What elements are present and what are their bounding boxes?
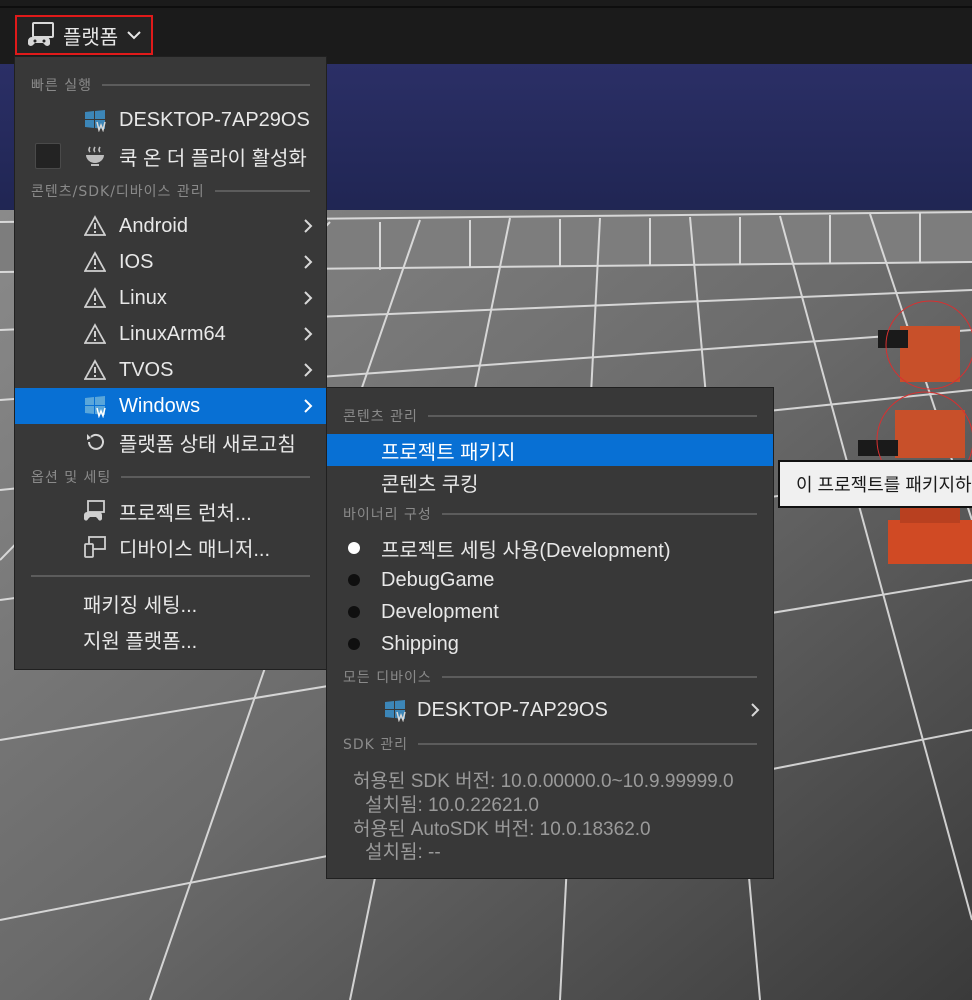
- quick-launch-device-item[interactable]: DESKTOP-7AP29OS: [15, 102, 326, 138]
- warning-icon: [83, 358, 107, 382]
- content-sdk-header: 콘텐츠/SDK/디바이스 관리: [31, 184, 205, 200]
- chevron-right-icon: [304, 399, 313, 413]
- chevron-right-icon: [304, 291, 313, 305]
- chevron-down-icon: [126, 27, 142, 43]
- sdk-allowed-version: 허용된 SDK 버전: 10.0.00000.0~10.9.99999.0: [353, 771, 734, 792]
- cook-on-fly-label: 쿡 온 더 플라이 활성화: [119, 147, 307, 170]
- sdk-management-section: SDK 관리: [343, 735, 757, 753]
- project-launcher-item[interactable]: 프로젝트 런처...: [15, 493, 326, 529]
- platform-item-linuxarm64[interactable]: LinuxArm64: [15, 316, 326, 352]
- cook-content-item[interactable]: 콘텐츠 쿠킹: [327, 466, 773, 498]
- section-divider: [441, 513, 757, 515]
- radio-selected-icon: [348, 542, 360, 554]
- config-shipping-item[interactable]: Shipping: [327, 628, 773, 660]
- refresh-platform-status-label: 플랫폼 상태 새로고침: [119, 433, 296, 456]
- chevron-right-icon: [304, 255, 313, 269]
- chevron-right-icon: [751, 703, 760, 717]
- options-header: 옵션 및 세팅: [31, 470, 112, 486]
- sdk-management-header: SDK 관리: [343, 737, 409, 753]
- menu-divider: [31, 575, 310, 577]
- config-label: 프로젝트 세팅 사용(Development): [381, 539, 671, 562]
- options-section: 옵션 및 세팅: [31, 468, 310, 486]
- platform-item-tvos[interactable]: TVOS: [15, 352, 326, 388]
- section-divider: [121, 476, 310, 478]
- platforms-button-label: 플랫폼: [63, 26, 119, 49]
- platform-item-android[interactable]: Android: [15, 208, 326, 244]
- radio-unselected-icon: [348, 574, 360, 586]
- chevron-right-icon: [304, 363, 313, 377]
- platform-label: Windows: [119, 394, 201, 417]
- all-devices-device-label: DESKTOP-7AP29OS: [417, 698, 608, 721]
- windows-device-icon: [383, 698, 407, 723]
- binary-config-header: 바이너리 구성: [343, 507, 432, 523]
- config-project-settings-item[interactable]: 프로젝트 세팅 사용(Development): [327, 532, 773, 564]
- platforms-menu: 빠른 실행 DESKTOP-7AP29OS 쿡 온 더 플라이 활성화 콘텐츠/…: [15, 57, 326, 669]
- content-management-section: 콘텐츠 관리: [343, 407, 757, 425]
- content-sdk-section: 콘텐츠/SDK/디바이스 관리: [31, 182, 310, 200]
- cook-content-label: 콘텐츠 쿠킹: [381, 473, 479, 496]
- quick-launch-header: 빠른 실행: [31, 78, 92, 94]
- windows-device-icon: [83, 108, 107, 132]
- chevron-right-icon: [304, 219, 313, 233]
- all-devices-header: 모든 디바이스: [343, 670, 432, 686]
- radio-unselected-icon: [348, 606, 360, 618]
- autosdk-installed-version: 설치됨: --: [365, 842, 441, 863]
- refresh-icon: [83, 430, 107, 454]
- package-project-label: 프로젝트 패키지: [381, 441, 516, 464]
- platform-label: LinuxArm64: [119, 322, 226, 345]
- warning-icon: [83, 214, 107, 238]
- device-manager-label: 디바이스 매니저...: [119, 538, 271, 561]
- packaging-settings-label: 패키징 세팅...: [83, 594, 198, 617]
- all-devices-section: 모든 디바이스: [343, 668, 757, 686]
- platform-gamepad-icon: [27, 21, 57, 49]
- platform-label: TVOS: [119, 358, 174, 381]
- windows-platform-icon: [83, 394, 107, 418]
- packaging-settings-item[interactable]: 패키징 세팅...: [15, 585, 326, 621]
- level-editor-toolbar: 플랫폼: [0, 0, 972, 64]
- warning-icon: [83, 250, 107, 274]
- config-debuggame-item[interactable]: DebugGame: [327, 564, 773, 596]
- refresh-platform-status-item[interactable]: 플랫폼 상태 새로고침: [15, 424, 326, 460]
- windows-submenu: 콘텐츠 관리 프로젝트 패키지 콘텐츠 쿠킹 바이너리 구성 프로젝트 세팅 사…: [327, 388, 773, 878]
- project-launcher-label: 프로젝트 런처...: [119, 502, 252, 525]
- config-development-item[interactable]: Development: [327, 596, 773, 628]
- config-label: Shipping: [381, 632, 459, 655]
- project-launcher-icon: [83, 499, 107, 523]
- section-divider: [214, 190, 310, 192]
- quick-launch-section: 빠른 실행: [31, 76, 310, 94]
- config-label: Development: [381, 600, 499, 623]
- platform-label: Linux: [119, 286, 167, 309]
- toolbar-divider: [0, 6, 972, 8]
- warning-icon: [83, 286, 107, 310]
- platform-item-linux[interactable]: Linux: [15, 280, 326, 316]
- device-manager-icon: [83, 535, 107, 559]
- config-label: DebugGame: [381, 568, 495, 591]
- platform-label: Android: [119, 214, 188, 237]
- radio-unselected-icon: [348, 638, 360, 650]
- section-divider: [418, 743, 757, 745]
- package-project-item[interactable]: 프로젝트 패키지: [327, 434, 773, 466]
- cook-on-fly-checkbox[interactable]: [35, 143, 61, 169]
- steaming-bowl-icon: [83, 144, 107, 168]
- binary-config-section: 바이너리 구성: [343, 505, 757, 523]
- device-manager-item[interactable]: 디바이스 매니저...: [15, 529, 326, 565]
- cook-on-fly-item[interactable]: 쿡 온 더 플라이 활성화: [15, 138, 326, 174]
- platform-label: IOS: [119, 250, 154, 273]
- package-project-tooltip: 이 프로젝트를 패키지하: [778, 460, 972, 508]
- section-divider: [101, 84, 310, 86]
- chevron-right-icon: [304, 327, 313, 341]
- supported-platforms-label: 지원 플랫폼...: [83, 630, 198, 653]
- platforms-button[interactable]: 플랫폼: [15, 15, 153, 55]
- quick-launch-device-label: DESKTOP-7AP29OS: [119, 108, 310, 131]
- section-divider: [427, 415, 757, 417]
- platform-item-ios[interactable]: IOS: [15, 244, 326, 280]
- all-devices-device-item[interactable]: DESKTOP-7AP29OS: [327, 694, 773, 726]
- sdk-installed-version: 설치됨: 10.0.22621.0: [365, 795, 539, 816]
- content-management-header: 콘텐츠 관리: [343, 409, 418, 425]
- platform-item-windows[interactable]: Windows: [15, 388, 326, 424]
- warning-icon: [83, 322, 107, 346]
- section-divider: [441, 676, 757, 678]
- supported-platforms-item[interactable]: 지원 플랫폼...: [15, 621, 326, 657]
